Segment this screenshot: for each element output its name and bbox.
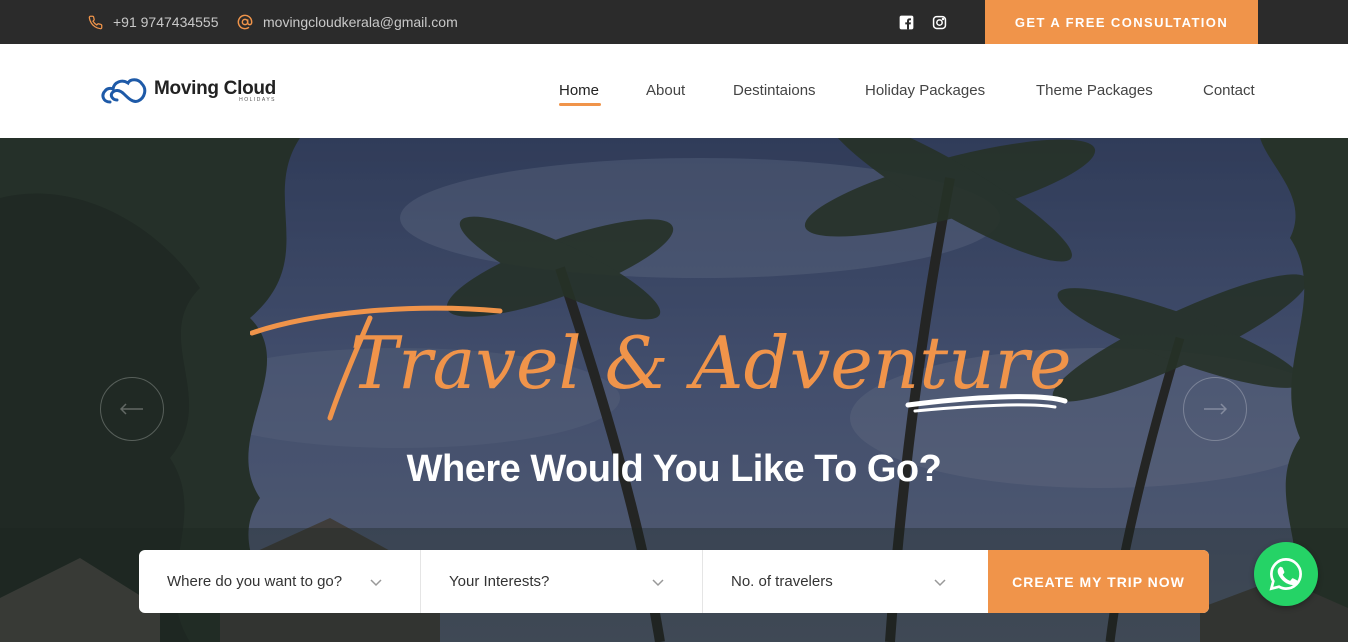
phone-number: +91 9747434555	[113, 14, 219, 30]
phone-icon	[88, 15, 103, 29]
trip-search-bar: Where do you want to go? Your Interests?…	[139, 550, 1209, 613]
at-icon	[237, 14, 253, 30]
logo-subtitle: HOLIDAYS	[239, 97, 276, 103]
chevron-down-icon	[370, 579, 382, 587]
travelers-select[interactable]: No. of travelers	[703, 550, 988, 613]
nav-contact[interactable]: Contact	[1203, 82, 1255, 99]
cloud-logo-icon	[101, 78, 147, 104]
hero-section: Travel & Adventures Where Would You Like…	[0, 138, 1348, 642]
interests-select-value: Your Interests?	[449, 573, 550, 590]
arrow-left-icon	[120, 403, 143, 415]
main-header: Moving Cloud HOLIDAYS Home About Destint…	[0, 44, 1348, 138]
whatsapp-icon	[1269, 558, 1302, 591]
logo-name: Moving Cloud	[154, 78, 276, 99]
logo[interactable]: Moving Cloud HOLIDAYS	[100, 76, 276, 106]
instagram-icon[interactable]	[930, 13, 948, 31]
nav-holiday-packages[interactable]: Holiday Packages	[865, 82, 985, 99]
create-trip-button[interactable]: CREATE MY TRIP NOW	[988, 550, 1209, 613]
destination-select[interactable]: Where do you want to go?	[139, 550, 421, 613]
hero-heading: Where Would You Like To Go?	[406, 448, 942, 490]
travelers-select-value: No. of travelers	[731, 573, 833, 590]
slider-prev-button[interactable]	[100, 377, 164, 441]
email-address: movingcloudkerala@gmail.com	[263, 14, 458, 30]
phone-contact[interactable]: +91 9747434555	[88, 0, 219, 44]
slider-next-button[interactable]	[1183, 377, 1247, 441]
hero-script-title: Travel & Adventures	[250, 305, 1070, 421]
nav-theme-packages[interactable]: Theme Packages	[1036, 82, 1153, 99]
email-contact[interactable]: movingcloudkerala@gmail.com	[237, 0, 458, 44]
script-title-text: Travel & Adventures	[350, 321, 1070, 405]
nav-destinations[interactable]: Destintaions	[733, 82, 816, 99]
nav-home[interactable]: Home	[559, 82, 599, 99]
destination-select-value: Where do you want to go?	[167, 573, 343, 590]
top-bar: +91 9747434555 movingcloudkerala@gmail.c…	[0, 0, 1348, 44]
facebook-icon[interactable]	[897, 13, 915, 31]
nav-about[interactable]: About	[646, 82, 685, 99]
whatsapp-chat-button[interactable]	[1254, 542, 1318, 606]
active-nav-indicator	[559, 103, 601, 106]
interests-select[interactable]: Your Interests?	[421, 550, 703, 613]
arrow-right-icon	[1204, 403, 1227, 415]
free-consultation-button[interactable]: GET A FREE CONSULTATION	[985, 0, 1258, 44]
chevron-down-icon	[934, 579, 946, 587]
chevron-down-icon	[652, 579, 664, 587]
